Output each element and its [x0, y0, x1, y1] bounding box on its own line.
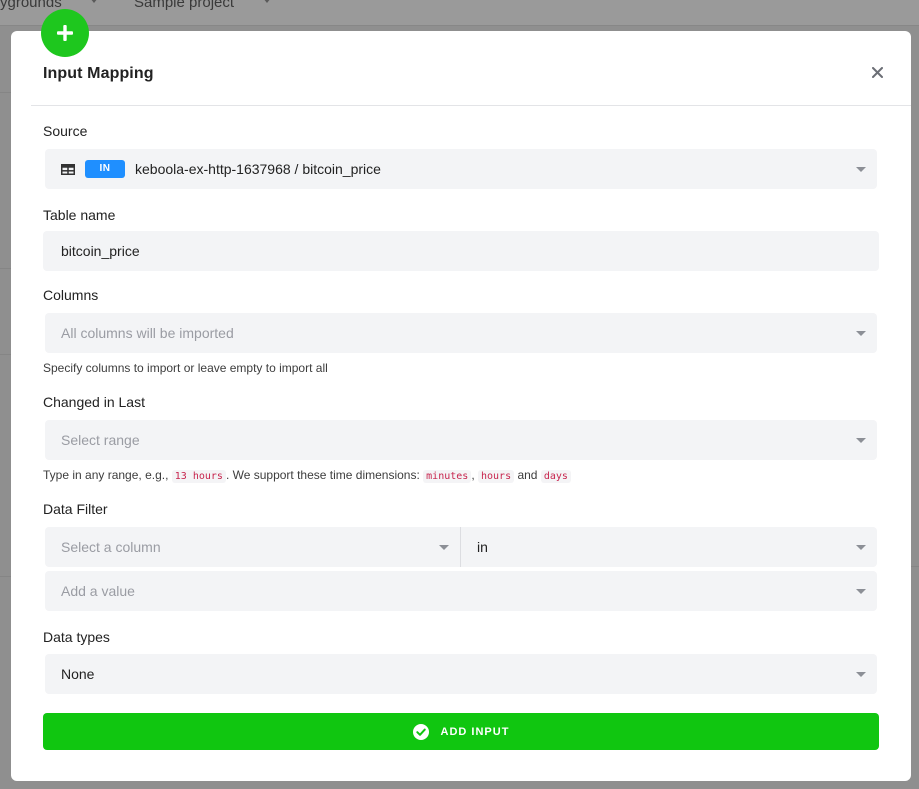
modal-header-divider: [31, 105, 911, 106]
chevron-down-icon: [856, 438, 866, 443]
background-divider: [0, 92, 11, 93]
filter-value-select[interactable]: Add a value: [45, 571, 877, 611]
background-nav-project: Sample project: [134, 0, 235, 11]
columns-label: Columns: [43, 287, 99, 303]
filter-operator-select[interactable]: in: [461, 527, 877, 567]
modal-title: Input Mapping: [43, 65, 154, 82]
columns-placeholder: All columns will be imported: [61, 325, 234, 341]
add-input-label: ADD INPUT: [440, 725, 510, 738]
data-types-select[interactable]: None: [45, 654, 877, 694]
source-value: keboola-ex-http-1637968 / bitcoin_price: [135, 161, 381, 177]
data-filter-label: Data Filter: [43, 501, 108, 517]
chevron-down-icon: [856, 545, 866, 550]
columns-help-text: Specify columns to import or leave empty…: [43, 361, 328, 375]
background-nav-playgrounds: ygrounds: [0, 0, 62, 11]
add-input-button[interactable]: ADD INPUT: [43, 713, 879, 750]
background-divider: [0, 268, 11, 269]
changed-in-last-select[interactable]: Select range: [45, 420, 877, 460]
filter-value-placeholder: Add a value: [61, 583, 135, 599]
chevron-down-icon: [856, 331, 866, 336]
table-name-value: bitcoin_price: [61, 243, 140, 259]
data-types-value: None: [61, 666, 95, 682]
data-types-label: Data types: [43, 629, 110, 645]
close-button[interactable]: [869, 64, 885, 80]
chevron-down-icon: [856, 672, 866, 677]
table-icon: [61, 163, 75, 175]
chevron-down-icon: [263, 0, 271, 3]
columns-select[interactable]: All columns will be imported: [45, 313, 877, 353]
input-mapping-modal: Input Mapping Source IN keboola-ex-http-…: [11, 31, 911, 781]
background-divider: [0, 354, 11, 355]
filter-column-select[interactable]: Select a column: [45, 527, 460, 567]
source-select[interactable]: IN keboola-ex-http-1637968 / bitcoin_pri…: [45, 149, 877, 189]
changed-in-last-label: Changed in Last: [43, 394, 145, 410]
table-name-input[interactable]: bitcoin_price: [43, 231, 879, 271]
background-divider: [911, 566, 919, 567]
filter-operator-value: in: [477, 539, 488, 555]
chevron-down-icon: [439, 545, 449, 550]
chevron-down-icon: [856, 167, 866, 172]
plus-icon: [41, 9, 89, 57]
filter-column-placeholder: Select a column: [61, 539, 161, 555]
check-circle-icon: [412, 723, 429, 740]
background-divider: [0, 576, 11, 577]
in-stage-badge: IN: [85, 160, 125, 178]
table-name-label: Table name: [43, 207, 116, 223]
range-placeholder: Select range: [61, 432, 140, 448]
source-label: Source: [43, 123, 88, 139]
chevron-down-icon: [856, 589, 866, 594]
changed-in-last-help-text: Type in any range, e.g., 13 hours. We su…: [43, 468, 571, 483]
chevron-down-icon: [90, 0, 98, 3]
close-icon: [871, 66, 883, 78]
